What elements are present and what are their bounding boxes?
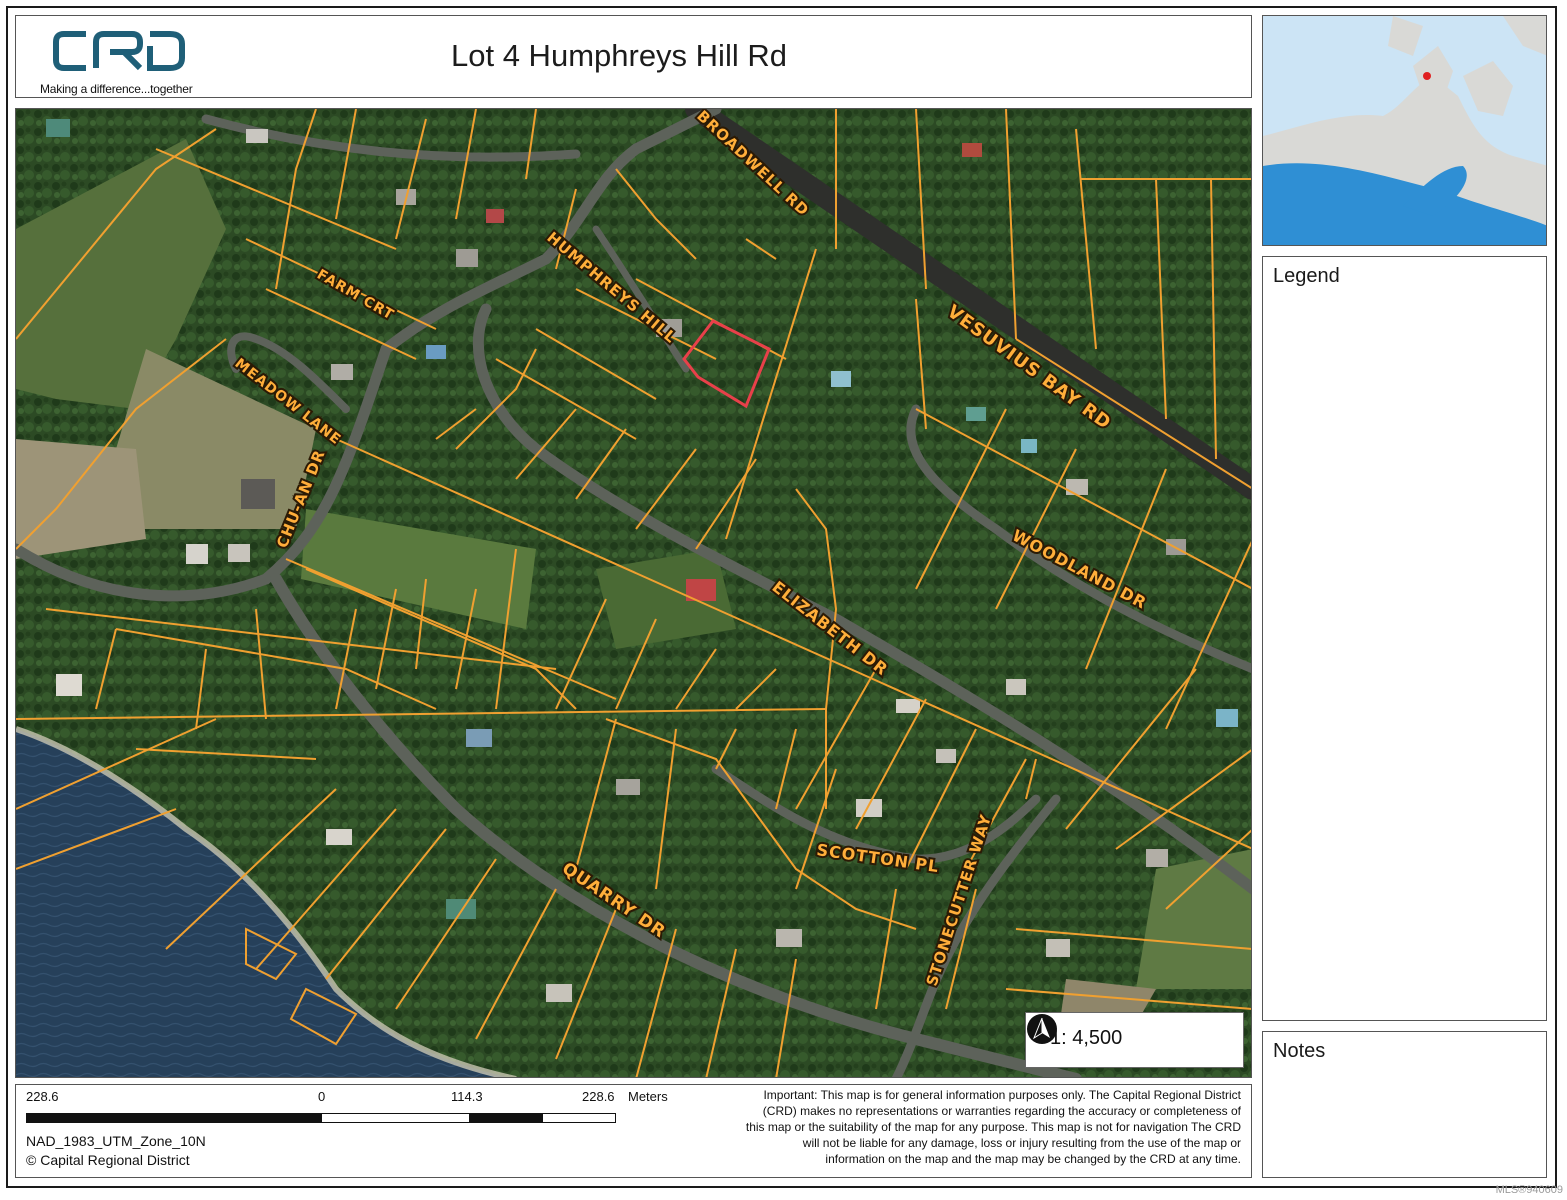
scalebar-segment [469, 1114, 543, 1122]
map-scale-ratio: 1: 4,500 [1050, 1027, 1123, 1049]
crd-logo-mark [53, 31, 185, 71]
bare-field [16, 439, 146, 559]
title-panel: Making a difference...together Lot 4 Hum… [15, 15, 1252, 98]
legend-panel: Legend [1262, 256, 1547, 1021]
scalebar-segment [322, 1114, 469, 1122]
scalebar-label-right: 228.6 [582, 1089, 615, 1104]
map-title: Lot 4 Humphreys Hill Rd [451, 38, 787, 73]
footer-panel: 228.6 0 114.3 228.6 Meters NAD_1983_UTM_… [15, 1084, 1252, 1178]
map-scale-box: 1: 4,500 [1025, 1012, 1244, 1068]
scalebar-label-zero: 0 [318, 1089, 326, 1104]
scalebar-label-mid: 114.3 [451, 1089, 483, 1104]
notes-panel: Notes [1262, 1031, 1547, 1178]
map-canvas: BROADWELL RD HUMPHREYS HILL FARM CRT MEA… [16, 109, 1251, 1077]
locator-map[interactable] [1262, 15, 1547, 246]
scalebar-segment [543, 1114, 615, 1122]
crd-logo: Making a difference...together [38, 26, 228, 96]
copyright-label: © Capital Regional District [26, 1152, 190, 1168]
scalebar-unit: Meters [628, 1089, 668, 1104]
aerial-map[interactable]: BROADWELL RD HUMPHREYS HILL FARM CRT MEA… [15, 108, 1252, 1078]
scalebar-segment [27, 1114, 322, 1122]
mls-watermark: MLS®940609 [1495, 1184, 1563, 1196]
locator-marker [1423, 72, 1431, 80]
disclaimer-text: Important: This map is for general infor… [745, 1088, 1241, 1166]
projection-label: NAD_1983_UTM_Zone_10N [26, 1133, 206, 1149]
notes-title: Notes [1273, 1040, 1326, 1062]
logo-tagline: Making a difference...together [40, 82, 193, 96]
north-arrow-icon [1027, 1014, 1057, 1044]
scalebar-label-left: 228.6 [26, 1089, 59, 1104]
scale-bar [26, 1113, 616, 1123]
locator-canvas [1263, 16, 1546, 245]
legend-title: Legend [1273, 265, 1340, 287]
